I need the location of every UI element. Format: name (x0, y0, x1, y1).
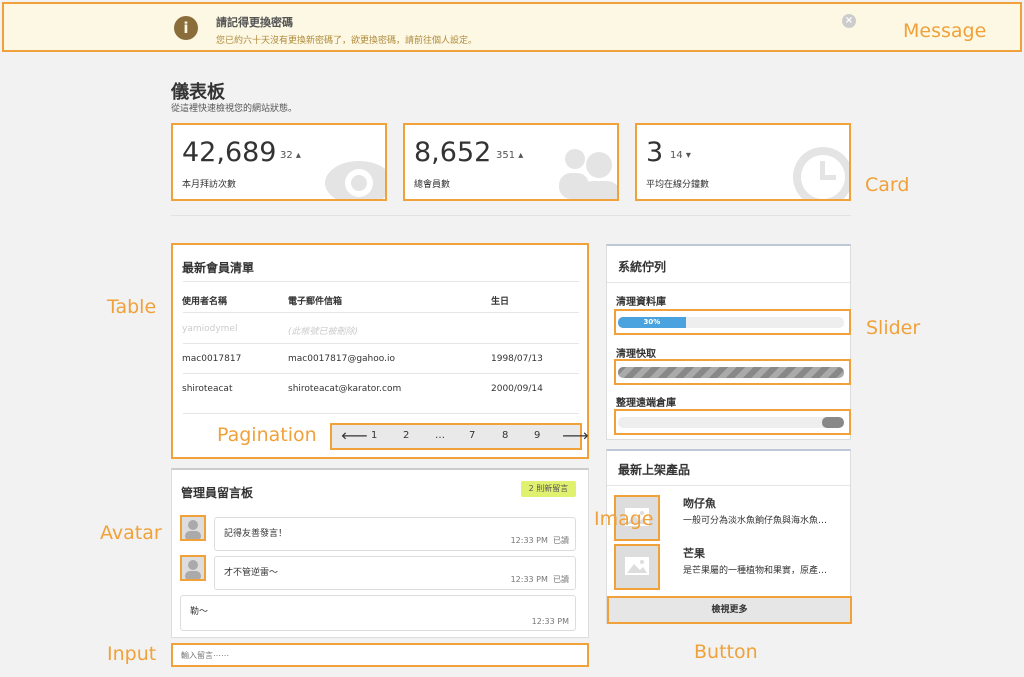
column-header: 生日 (491, 297, 510, 307)
stat-card-members[interactable]: 8,652 351 ▴ 總會員數 (403, 123, 619, 201)
message-meta: 12:33 PM 已讀 (510, 575, 569, 584)
arrow-left-icon[interactable]: 🡐 (341, 430, 368, 442)
table-cell-username: mac0017817 (182, 354, 242, 364)
user-icon (185, 560, 201, 579)
eye-icon (325, 161, 385, 199)
table-cell-username: yamiodymel (182, 324, 238, 334)
annotation-slider: Slider (866, 317, 921, 339)
annotation-card: Card (865, 174, 910, 196)
progress-fill: 30% (618, 317, 686, 328)
product-desc: 是芒果屬的一種植物和果實，原產… (683, 566, 828, 576)
page-link[interactable]: 8 (502, 430, 508, 441)
progress-fill-striped (618, 367, 844, 378)
progress-fill (822, 417, 844, 428)
message-bubble-self: 勒～ 12:33 PM (180, 595, 576, 631)
queue-item-label: 清理快取 (616, 349, 656, 360)
stat-delta: 14 ▾ (670, 150, 691, 161)
stat-value: 3 (646, 137, 664, 168)
users-icon (559, 149, 617, 199)
arrow-right-icon[interactable]: 🡒 (562, 430, 589, 442)
avatar (180, 515, 206, 541)
table-cell-username: shiroteacat (182, 384, 233, 394)
table-cell-email: (此帳號已被刪除) (288, 327, 359, 337)
product-name[interactable]: 吻仔魚 (683, 495, 716, 511)
page-link[interactable]: 2 (403, 430, 409, 441)
annotation-image: Image (594, 508, 654, 530)
message-meta: 12:33 PM (531, 617, 569, 626)
column-header: 使用者名稱 (182, 297, 228, 307)
message-text: 才不管逆雷～ (224, 568, 279, 578)
annotation-message: Message (903, 20, 987, 42)
message-text: 記得友善發言！ (224, 529, 288, 539)
page-ellipsis: … (435, 430, 445, 441)
products-title: 最新上架產品 (618, 463, 691, 477)
view-more-button[interactable]: 檢視更多 (607, 596, 852, 624)
board-title: 管理員留言板 (181, 486, 254, 500)
image-placeholder-icon (625, 557, 649, 575)
page-link[interactable]: 9 (534, 430, 540, 441)
product-desc: 一般可分為淡水魚餉仔魚與海水魚… (683, 516, 828, 526)
page-link[interactable]: 1 (371, 430, 377, 441)
stat-delta: 32 ▴ (280, 150, 301, 161)
annotation-table: Table (107, 296, 157, 318)
progress-slider[interactable]: 30% (614, 309, 851, 335)
queue-item-label: 整理遠端倉庫 (616, 398, 676, 409)
page-link[interactable]: 7 (469, 430, 475, 441)
stat-label: 平均在線分鐘數 (646, 180, 710, 190)
message-bubble: 記得友善發言！ 12:33 PM 已讀 (214, 517, 576, 551)
stat-card-visits[interactable]: 42,689 32 ▴ 本月拜訪次數 (171, 123, 387, 201)
divider (171, 215, 851, 216)
annotation-button: Button (694, 641, 758, 663)
stat-label: 總會員數 (414, 180, 451, 190)
table-cell-email: shiroteacat@karator.com (288, 384, 402, 394)
stat-delta: 351 ▴ (496, 150, 524, 161)
table-cell-birthday: 1998/07/13 (491, 354, 543, 364)
user-icon (185, 520, 201, 539)
product-image[interactable] (614, 544, 660, 590)
message-meta: 12:33 PM 已讀 (510, 536, 569, 545)
message-title: 請記得更換密碼 (216, 16, 293, 29)
new-messages-badge: 2 則新留言 (521, 481, 576, 497)
table-cell-email: mac0017817@gahoo.io (288, 354, 395, 364)
table-cell-birthday: 2000/09/14 (491, 384, 543, 394)
avatar (180, 555, 206, 581)
message-bubble: 才不管逆雷～ 12:33 PM 已讀 (214, 556, 576, 590)
annotation-input: Input (107, 643, 157, 665)
message-input-wrapper (171, 643, 589, 667)
stat-card-minutes[interactable]: 3 14 ▾ 平均在線分鐘數 (635, 123, 851, 201)
annotation-pagination: Pagination (217, 424, 317, 446)
progress-slider[interactable] (614, 409, 851, 435)
members-title: 最新會員清單 (182, 261, 255, 275)
annotation-avatar: Avatar (100, 522, 162, 544)
close-icon[interactable]: × (842, 14, 856, 28)
stat-value: 42,689 (182, 137, 277, 168)
queue-title: 系統佇列 (618, 260, 667, 274)
message-bar: i 請記得更換密碼 您已約六十天沒有更換新密碼了，欲更換密碼，請前往個人設定。 … (2, 2, 1022, 52)
progress-slider[interactable] (614, 359, 851, 385)
page-subtitle: 從這裡快速檢視您的網站狀態。 (171, 104, 298, 114)
message-input[interactable] (181, 648, 577, 662)
column-header: 電子郵件信箱 (288, 297, 343, 307)
message-body: 您已約六十天沒有更換新密碼了，欲更換密碼，請前往個人設定。 (216, 36, 478, 46)
queue-item-label: 清理資料庫 (616, 297, 666, 308)
pagination: 🡐 1 2 … 7 8 9 🡒 (330, 423, 589, 450)
message-text: 勒～ (190, 607, 209, 617)
clock-icon (793, 147, 849, 199)
product-name[interactable]: 芒果 (683, 545, 705, 561)
stat-value: 8,652 (414, 137, 492, 168)
info-icon: i (174, 16, 198, 40)
stat-label: 本月拜訪次數 (182, 180, 237, 190)
